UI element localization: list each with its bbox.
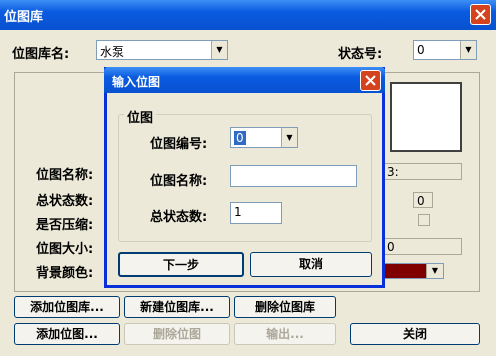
bitmap-name-display: 3: [380,163,462,180]
bitmap-size-display: 0 [380,238,462,255]
close-button[interactable]: 关闭 [350,323,480,345]
dialog-bitmap-name-input[interactable] [230,165,357,187]
chevron-down-icon[interactable]: ▼ [426,264,443,278]
cancel-button[interactable]: 取消 [250,252,372,277]
state-number-label: 状态号: [338,47,383,62]
delete-library-button[interactable]: 删除位图库 [234,296,336,318]
compressed-checkbox[interactable] [418,214,430,226]
dialog-bitmap-number-label: 位图编号: [150,137,208,152]
library-name-value: 水泵 [100,45,125,59]
main-close-button[interactable] [470,4,491,25]
bg-color-fill [381,264,427,278]
dialog-title: 输入位图 [112,75,161,89]
add-bitmap-button[interactable]: 添加位图... [14,323,120,345]
chevron-down-icon[interactable]: ▼ [211,41,227,59]
new-library-button[interactable]: 新建位图库... [124,296,230,318]
state-number-combo[interactable]: 0 ▼ [413,40,477,60]
next-button[interactable]: 下一步 [118,252,244,277]
state-number-value: 0 [417,43,425,57]
dialog-total-states-input[interactable]: 1 [230,202,282,224]
dialog-bitmap-number-value: 0 [234,131,246,145]
main-titlebar: 位图库 [0,0,496,30]
dialog-titlebar: 输入位图 [104,67,385,93]
dialog-bitmap-number-combo[interactable]: 0 ▼ [230,127,298,148]
bitmap-size-label: 位图大小: [36,242,94,257]
chevron-down-icon[interactable]: ▼ [460,41,476,59]
add-library-button[interactable]: 添加位图库... [14,296,120,318]
chevron-down-icon[interactable]: ▼ [281,128,297,147]
total-states-label: 总状态数: [36,194,94,209]
close-icon [475,9,486,20]
close-icon [365,75,376,86]
dialog-total-states-label: 总状态数: [150,210,208,225]
delete-bitmap-button: 删除位图 [124,323,230,345]
library-name-label: 位图库名: [12,47,70,62]
library-name-combo[interactable]: 水泵 ▼ [96,40,228,60]
dialog-close-button[interactable] [360,70,381,91]
main-title: 位图库 [4,10,44,25]
total-states-display: 0 [413,192,433,208]
dialog-bitmap-name-label: 位图名称: [150,174,208,189]
bg-color-label: 背景颜色: [36,266,94,281]
bg-color-swatch[interactable]: ▼ [380,263,444,279]
bitmap-name-label: 位图名称: [36,168,94,183]
bitmap-preview [390,82,462,152]
compressed-label: 是否压缩: [36,218,94,233]
groupbox-label: 位图 [124,107,157,126]
export-button: 输出... [234,323,336,345]
